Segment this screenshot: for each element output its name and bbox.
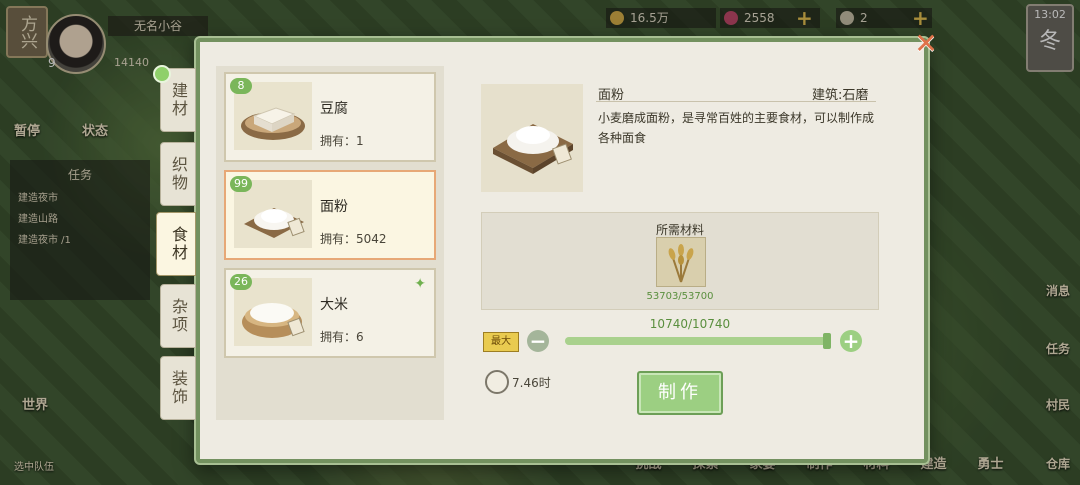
materials-title: 所需材料	[655, 223, 704, 237]
divider	[596, 101, 876, 102]
tab-label: 杂项	[169, 298, 188, 334]
item-owned: 拥有：5042	[320, 232, 387, 246]
tab-label: 织物	[169, 156, 188, 192]
close-icon[interactable]: ✕	[912, 30, 940, 58]
tab-food-ingredients[interactable]: 食材	[156, 212, 196, 276]
craft-button[interactable]: 制作	[637, 371, 723, 415]
wheat-icon[interactable]	[656, 237, 706, 287]
detail-description: 小麦磨成面粉，是寻常百姓的主要食材，可以制作成各种面食	[598, 111, 875, 145]
craft-duration: 7.46时	[512, 376, 551, 390]
clock-icon	[485, 370, 509, 394]
item-owned: 拥有：6	[320, 330, 364, 344]
item-owned: 拥有：1	[320, 134, 364, 148]
tab-label: 装饰	[169, 370, 188, 406]
required-materials: 所需材料 53703/53700	[481, 212, 879, 310]
tab-label: 建材	[169, 82, 188, 118]
favorite-icon[interactable]: ✦	[414, 276, 426, 292]
item-count-badge: 8	[230, 78, 252, 94]
tab-misc[interactable]: 杂项	[160, 284, 196, 348]
craft-quantity: 10740/10740	[649, 317, 731, 331]
tab-decoration[interactable]: 装饰	[160, 356, 196, 420]
item-count-badge: 26	[230, 274, 252, 290]
list-item[interactable]: 26 大米 拥有：6 ✦	[224, 268, 436, 358]
slider-fill	[565, 337, 827, 345]
recipe-list: 8 豆腐 拥有：1 99 面粉 拥有：5042 26 大米 拥有：6 ✦	[216, 66, 444, 420]
flour-large-icon	[493, 124, 573, 174]
increase-button[interactable]: +	[840, 330, 862, 352]
tab-fabrics[interactable]: 织物	[160, 142, 196, 206]
item-name: 大米	[320, 297, 348, 313]
item-count-badge: 99	[230, 176, 252, 192]
item-name: 豆腐	[320, 101, 348, 117]
notification-dot	[153, 65, 171, 83]
list-item[interactable]: 8 豆腐 拥有：1	[224, 72, 436, 162]
quantity-slider[interactable]	[565, 333, 831, 349]
decrease-button[interactable]: −	[527, 330, 549, 352]
list-item[interactable]: 99 面粉 拥有：5042	[224, 170, 436, 260]
selected-item-image	[481, 84, 583, 192]
item-name: 面粉	[320, 199, 348, 215]
max-button[interactable]: 最大	[483, 332, 519, 352]
tab-label: 食材	[169, 226, 188, 262]
tab-building-materials[interactable]: 建材	[153, 65, 196, 132]
material-quantity: 53703/53700	[646, 291, 714, 302]
slider-handle[interactable]	[823, 333, 831, 349]
